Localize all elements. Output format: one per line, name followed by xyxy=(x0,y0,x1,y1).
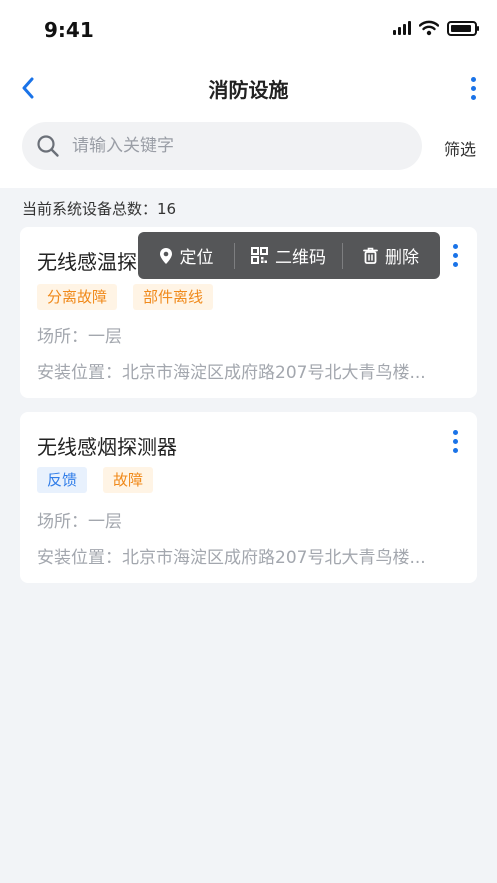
status-badge: 分离故障 xyxy=(37,284,118,310)
device-title: 无线感烟探测器 xyxy=(37,435,177,459)
device-place: 场所：一层 xyxy=(37,327,122,347)
search-icon xyxy=(37,135,59,157)
page-title: 消防设施 xyxy=(208,78,289,102)
locate-label: 定位 xyxy=(179,248,214,268)
more-icon-dot xyxy=(452,261,458,267)
more-icon-dot xyxy=(470,85,476,91)
status-badge: 反馈 xyxy=(37,467,88,493)
card-more-button[interactable] xyxy=(445,424,465,458)
more-icon xyxy=(470,76,476,82)
status-tags: 分离故障 部件离线 xyxy=(37,284,214,310)
qr-code-icon xyxy=(251,247,268,264)
card-action-menu: 定位 二维码 删除 xyxy=(138,232,440,279)
status-time: 9:41 xyxy=(44,18,94,42)
header: 9:41 消防设施 筛选 xyxy=(0,0,497,188)
filter-button[interactable]: 筛选 xyxy=(444,136,476,160)
locate-button[interactable]: 定位 xyxy=(138,232,234,279)
search-bar xyxy=(22,122,422,170)
status-badge: 部件离线 xyxy=(133,284,214,310)
device-count: 当前系统设备总数：16 xyxy=(22,200,177,218)
wifi-icon xyxy=(419,20,439,36)
delete-label: 删除 xyxy=(385,248,419,268)
device-location: 安装位置：北京市海淀区成府路207号北大青鸟楼... xyxy=(37,548,426,568)
device-location: 安装位置：北京市海淀区成府路207号北大青鸟楼... xyxy=(37,363,426,383)
more-icon-dot xyxy=(452,438,458,444)
device-place: 场所：一层 xyxy=(37,512,122,532)
more-icon-dot xyxy=(452,252,458,258)
trash-icon xyxy=(363,247,378,264)
status-badge: 故障 xyxy=(103,467,154,493)
more-icon xyxy=(452,243,458,249)
delete-button[interactable]: 删除 xyxy=(343,232,439,279)
signal-icon xyxy=(393,21,411,35)
qr-code-label: 二维码 xyxy=(275,248,326,268)
search-input[interactable] xyxy=(72,136,372,156)
card-more-button[interactable] xyxy=(445,238,465,272)
qr-code-button[interactable]: 二维码 xyxy=(235,232,342,279)
more-icon-dot xyxy=(470,94,476,100)
more-icon-dot xyxy=(452,447,458,453)
location-pin-icon xyxy=(159,247,172,264)
more-menu-button[interactable] xyxy=(463,72,483,104)
status-icons xyxy=(393,20,479,36)
more-icon xyxy=(452,429,458,435)
status-tags: 反馈 故障 xyxy=(37,467,154,493)
device-card[interactable]: 无线感烟探测器 反馈 故障 场所：一层 安装位置：北京市海淀区成府路207号北大… xyxy=(20,412,477,583)
battery-icon xyxy=(447,20,479,36)
